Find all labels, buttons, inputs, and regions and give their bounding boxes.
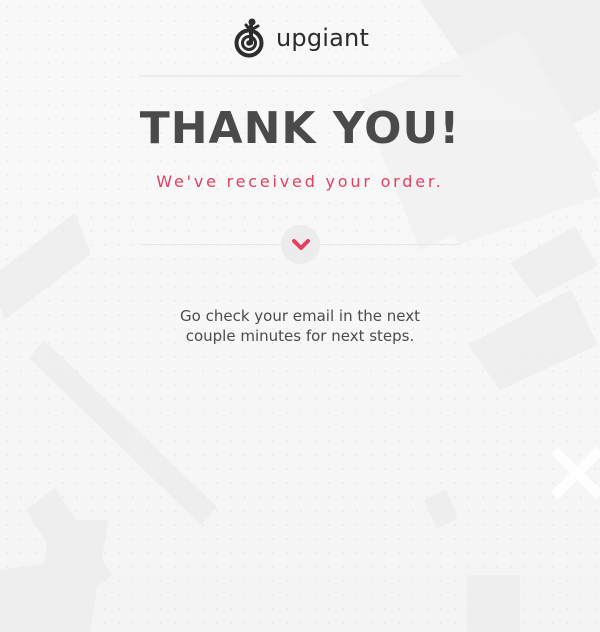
message-line-1: Go check your email in the next — [180, 307, 420, 325]
chevron-down-badge — [281, 225, 320, 264]
section-divider-right — [320, 244, 460, 245]
order-confirmation-subtitle: We've received your order. — [156, 172, 444, 191]
section-divider-left — [141, 244, 281, 245]
chevron-down-icon — [291, 238, 310, 250]
message-line-2: couple minutes for next steps. — [185, 327, 415, 345]
next-steps-message: Go check your email in the next couple m… — [150, 306, 450, 346]
brand-logo: upgiant — [234, 15, 374, 59]
brand-name: upgiant — [276, 24, 370, 52]
page-title: THANK YOU! — [139, 103, 461, 154]
thank-you-page: upgiant THANK YOU! We've received your o… — [0, 0, 600, 632]
top-divider — [139, 75, 460, 77]
person-target-icon — [234, 18, 264, 58]
